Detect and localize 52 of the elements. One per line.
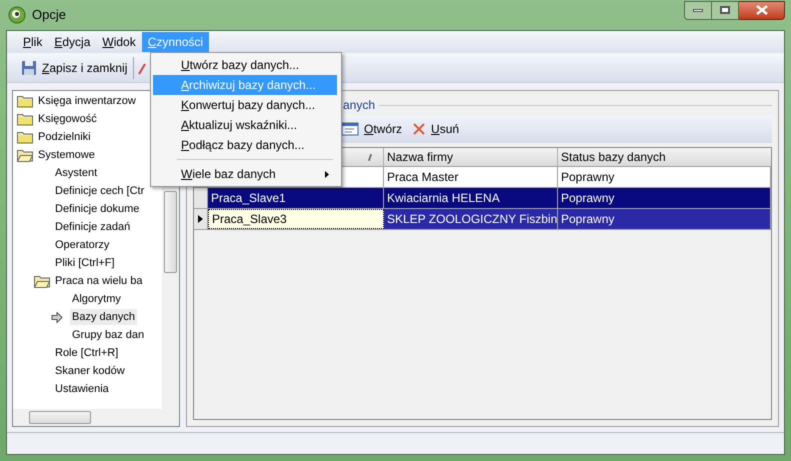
tree-item[interactable]: Systemowe: [36, 146, 97, 164]
maximize-button[interactable]: [712, 0, 739, 20]
menu-entry[interactable]: Konwertuj bazy danych...: [153, 95, 337, 115]
tree-item[interactable]: Bazy danych: [70, 308, 137, 326]
scroll-thumb[interactable]: [29, 411, 91, 424]
horizontal-scrollbar[interactable]: [13, 409, 179, 426]
menu-entry[interactable]: Aktualizuj wskaźniki...: [153, 115, 337, 135]
column-header[interactable]: Status bazy danych: [558, 148, 771, 166]
tree-item[interactable]: Grupy baz dan: [70, 326, 146, 344]
close-button[interactable]: [739, 0, 785, 20]
table-cell: Kwiaciarnia HELENA: [384, 188, 558, 208]
minimize-button[interactable]: [684, 0, 712, 20]
table-cell: Poprawny: [558, 188, 771, 208]
menu-entry[interactable]: Wiele baz danych: [153, 164, 337, 184]
menu-item[interactable]: Plik: [17, 32, 48, 52]
app-icon: [8, 6, 26, 24]
window-title: Opcje: [32, 6, 66, 24]
table-cell: SKLEP ZOOLOGICZNY Fiszbin: [384, 209, 558, 229]
menu-entry[interactable]: Podłącz bazy danych...: [153, 135, 337, 155]
table-cell: Praca_Slave3: [208, 209, 384, 229]
open-button[interactable]: Otwórz: [341, 120, 402, 138]
sort-icon: [368, 153, 372, 161]
tree-item[interactable]: Asystent: [53, 164, 100, 182]
column-header[interactable]: Nazwa firmy: [384, 148, 558, 166]
tree-item[interactable]: Ustawienia: [53, 380, 111, 398]
close-icon: [756, 5, 768, 15]
tree-item[interactable]: Definicje zadań: [53, 218, 132, 236]
save-close-button[interactable]: Zapisz i zamknij: [17, 56, 132, 80]
tree-item[interactable]: Podzielniki: [36, 128, 93, 146]
tree-item[interactable]: Praca na wielu ba: [53, 272, 144, 290]
tree-item[interactable]: Algorytmy: [70, 290, 123, 308]
x-icon: [412, 122, 426, 136]
row-header[interactable]: [194, 209, 208, 229]
group-title: anych: [343, 97, 376, 114]
table-cell: Praca Master: [384, 167, 558, 187]
table-cell: Praca_Slave1: [208, 188, 384, 208]
tree-item[interactable]: Pliki [Ctrl+F]: [53, 254, 117, 272]
table-cell: Poprawny: [558, 167, 771, 187]
tree-item[interactable]: Operatorzy: [53, 236, 112, 254]
menu-item[interactable]: Edycja: [48, 32, 96, 52]
tree-item[interactable]: Definicje cech [Ctr: [53, 182, 146, 200]
tree-item[interactable]: Role [Ctrl+R]: [53, 344, 120, 362]
tree-item[interactable]: Księgowość: [36, 110, 99, 128]
table-cell: Poprawny: [558, 209, 771, 229]
menu-item[interactable]: Widok: [96, 32, 142, 52]
submenu-arrow-icon: [325, 170, 329, 178]
scroll-thumb[interactable]: [164, 191, 177, 273]
delete-button[interactable]: Usuń: [412, 120, 460, 138]
tree-item[interactable]: Definicje dokume: [53, 200, 142, 218]
tree-item[interactable]: Księga inwentarzow: [36, 92, 138, 110]
menu-entry[interactable]: Utwórz bazy danych...: [153, 55, 337, 75]
tree-item[interactable]: Skaner kodów: [53, 362, 127, 380]
